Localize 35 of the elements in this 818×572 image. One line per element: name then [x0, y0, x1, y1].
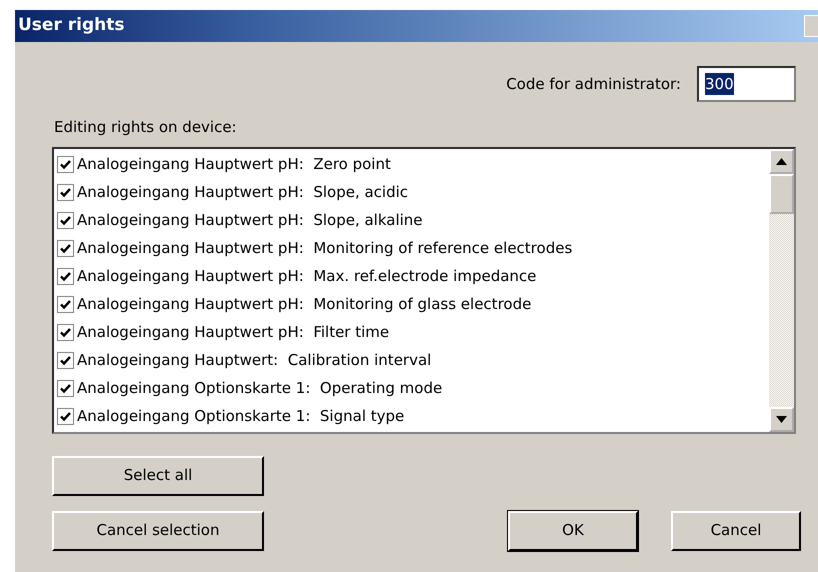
right-label: Analogeingang Optionskarte 1: Signal type: [77, 406, 404, 428]
right-label: Analogeingang Hauptwert pH: Monitoring of reference electrodes: [77, 238, 572, 260]
right-label: Analogeingang Hauptwert pH: Max. ref.electrode impedance: [77, 266, 536, 288]
checkbox[interactable]: [57, 212, 74, 229]
list-label: Editing rights on device:: [54, 118, 237, 136]
admin-code-field[interactable]: 300: [697, 66, 796, 102]
checkbox[interactable]: [57, 268, 74, 285]
scroll-down-button[interactable]: [769, 406, 794, 432]
checkbox[interactable]: [57, 240, 74, 257]
right-label: Analogeingang Hauptwert pH: Monitoring of glass electrode: [77, 294, 532, 316]
checkbox[interactable]: [57, 408, 74, 425]
scroll-up-button[interactable]: [769, 148, 794, 174]
window-title: User rights: [18, 14, 124, 38]
right-label: Analogeingang Hauptwert pH: Zero point: [77, 154, 391, 176]
field-value: 300: [705, 72, 734, 96]
checkbox[interactable]: [57, 324, 74, 341]
checkbox[interactable]: [57, 156, 74, 173]
scrollbar[interactable]: [769, 148, 794, 432]
cancel-button[interactable]: Cancel: [671, 510, 801, 550]
ok-button[interactable]: OK: [508, 510, 638, 550]
right-label: Analogeingang Hauptwert pH: Slope, alkaline: [77, 210, 423, 232]
field-label: Code for administrator:: [506, 74, 681, 95]
select-all-button[interactable]: Select all: [52, 456, 264, 496]
cancel-selection-button[interactable]: Cancel selection: [52, 510, 264, 550]
up-arrow-icon: [776, 158, 787, 164]
checkbox[interactable]: [57, 380, 74, 397]
right-label: Analogeingang Hauptwert pH: Slope, acidic: [77, 182, 408, 204]
right-label: Analogeingang Hauptwert: Calibration interval: [77, 350, 432, 372]
checkbox[interactable]: [57, 352, 74, 369]
down-arrow-icon: [776, 416, 787, 422]
right-label: Analogeingang Optionskarte 1: Operating mode: [77, 378, 442, 400]
scroll-thumb[interactable]: [769, 174, 794, 214]
right-label: Analogeingang Hauptwert pH: Filter time: [77, 322, 390, 344]
checkbox[interactable]: [57, 184, 74, 201]
checkbox[interactable]: [57, 296, 74, 313]
